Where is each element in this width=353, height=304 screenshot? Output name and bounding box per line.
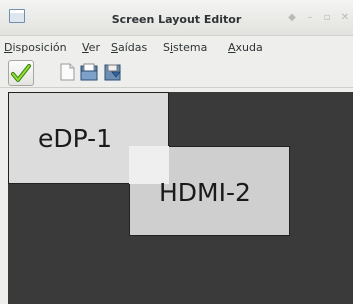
layout-canvas[interactable]: eDP-1 HDMI-2 xyxy=(8,92,353,304)
minimize-icon[interactable]: – xyxy=(304,12,316,24)
menu-disposicion[interactable]: Disposición xyxy=(4,41,67,54)
toolbar xyxy=(0,58,353,88)
screen-label-edp-1: eDP-1 xyxy=(38,124,113,153)
apply-button[interactable] xyxy=(8,60,34,86)
save-layout-button[interactable] xyxy=(102,61,124,83)
screen-label-hdmi-2: HDMI-2 xyxy=(159,178,251,207)
open-layout-button[interactable] xyxy=(78,61,100,83)
open-icon xyxy=(80,63,98,81)
title-bar[interactable]: Screen Layout Editor ◆ – ▫ ✕ xyxy=(0,0,353,36)
window-border xyxy=(0,88,8,304)
save-icon xyxy=(104,64,121,81)
menu-saidas[interactable]: Saídas xyxy=(111,41,147,54)
apply-icon xyxy=(11,64,31,82)
screen-layout-editor-window: Screen Layout Editor ◆ – ▫ ✕ Disposición… xyxy=(0,0,353,304)
roll-up-icon[interactable]: ◆ xyxy=(286,12,298,24)
menu-axuda[interactable]: Axuda xyxy=(228,41,263,54)
new-icon xyxy=(60,63,75,81)
menu-bar: Disposición Ver Saídas Sistema Axuda xyxy=(0,36,353,58)
close-icon[interactable]: ✕ xyxy=(339,12,351,24)
maximize-icon[interactable]: ▫ xyxy=(321,12,333,24)
window-title: Screen Layout Editor xyxy=(111,13,242,26)
new-layout-button[interactable] xyxy=(56,61,78,83)
menu-sistema[interactable]: Sistema xyxy=(163,41,207,54)
menu-ver[interactable]: Ver xyxy=(82,41,100,54)
